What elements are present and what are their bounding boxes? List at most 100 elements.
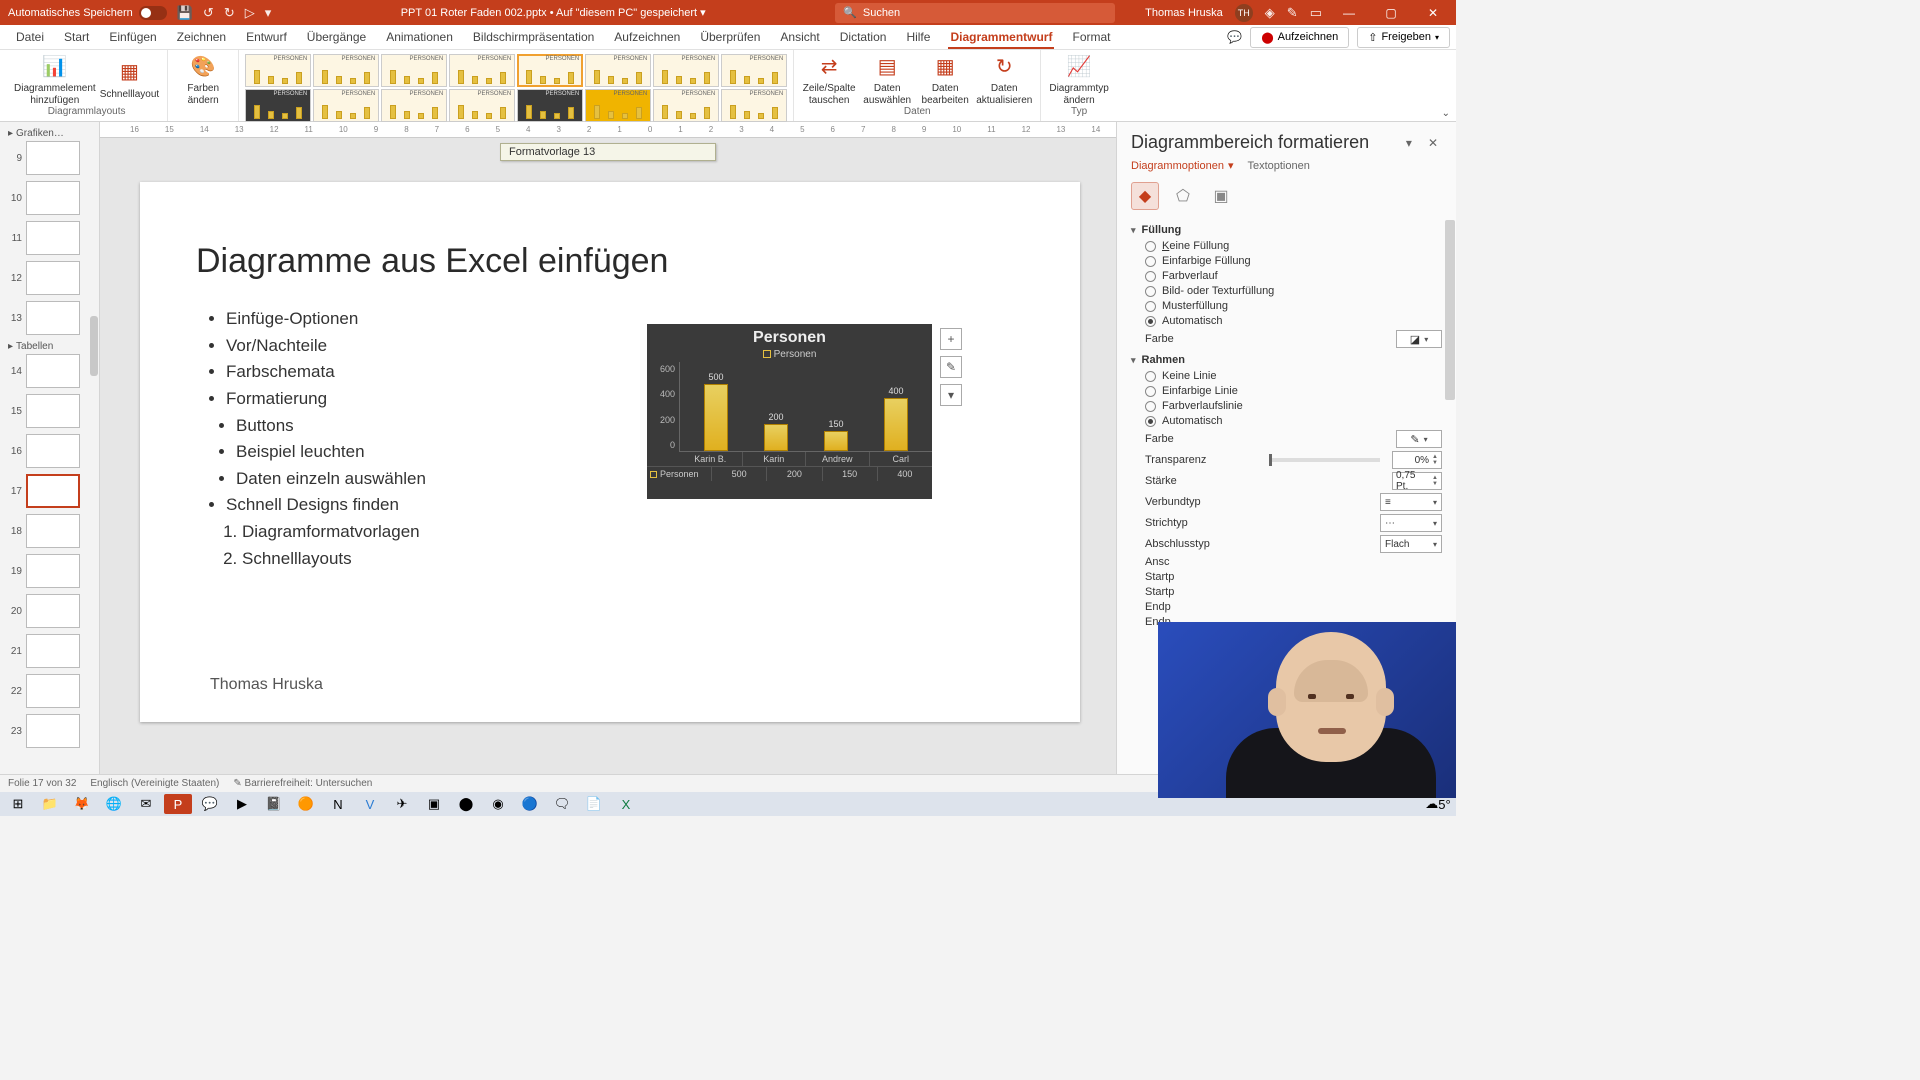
chart-style-thumb[interactable]: PERSONEN <box>381 89 447 122</box>
refresh-data-button[interactable]: ↻Daten aktualisieren <box>976 53 1032 106</box>
chart-style-thumb[interactable]: PERSONEN <box>721 89 787 122</box>
chart-legend[interactable]: Personen <box>647 349 932 360</box>
border-section-header[interactable]: Rahmen <box>1131 354 1442 366</box>
fill-auto-radio[interactable]: Automatisch <box>1145 315 1442 327</box>
autosave-toggle[interactable]: Automatisches Speichern <box>8 6 167 20</box>
firefox-icon[interactable]: 🦊 <box>68 794 96 814</box>
width-spinbox[interactable]: 0,75 Pt.▲▼ <box>1392 472 1442 490</box>
tab-hilfe[interactable]: Hilfe <box>896 26 940 48</box>
app-icon[interactable]: 📄 <box>580 794 608 814</box>
tab-übergänge[interactable]: Übergänge <box>297 26 376 48</box>
chart-style-thumb[interactable]: PERSONEN <box>517 54 583 87</box>
chart-style-thumb[interactable]: PERSONEN <box>449 89 515 122</box>
line-gradient-radio[interactable]: Farbverlaufslinie <box>1145 400 1442 412</box>
slide-canvas[interactable]: Diagramme aus Excel einfügen Einfüge-Opt… <box>140 182 1080 722</box>
close-button[interactable]: ✕ <box>1418 6 1448 20</box>
app-icon[interactable]: N <box>324 794 352 814</box>
user-avatar[interactable]: TH <box>1235 4 1253 22</box>
start-button[interactable]: ⊞ <box>4 794 32 814</box>
tab-einfügen[interactable]: Einfügen <box>99 26 166 48</box>
tab-aufzeichnen[interactable]: Aufzeichnen <box>604 26 690 48</box>
outlook-icon[interactable]: ✉ <box>132 794 160 814</box>
slide-thumbnail[interactable]: 21 <box>2 634 97 668</box>
slide-thumbnail[interactable]: 20 <box>2 594 97 628</box>
pane-close-icon[interactable]: ✕ <box>1424 136 1442 150</box>
slide-thumbnail[interactable]: 19 <box>2 554 97 588</box>
slide-title[interactable]: Diagramme aus Excel einfügen <box>196 242 1024 281</box>
ribbon-display-icon[interactable]: ▭ <box>1310 5 1322 21</box>
app-icon[interactable]: 🟠 <box>292 794 320 814</box>
chart-style-thumb[interactable]: PERSONEN <box>381 54 447 87</box>
fill-solid-radio[interactable]: Einfarbige Füllung <box>1145 255 1442 267</box>
slide-thumbnail[interactable]: 23 <box>2 714 97 748</box>
slide-counter[interactable]: Folie 17 von 32 <box>8 778 76 789</box>
slide-footer-author[interactable]: Thomas Hruska <box>210 676 323 694</box>
section-header-graphics[interactable]: ▸ Grafiken… <box>8 128 97 139</box>
app-icon[interactable]: 🔵 <box>516 794 544 814</box>
change-colors-button[interactable]: 🎨Farben ändern <box>176 53 230 106</box>
chart-plot-area[interactable]: 500200150400 <box>679 362 932 452</box>
line-solid-radio[interactable]: Einfarbige Linie <box>1145 385 1442 397</box>
tab-datei[interactable]: Datei <box>6 26 54 48</box>
cap-combo[interactable]: Flach <box>1380 535 1442 553</box>
fill-none-radio[interactable]: Keine Füllung <box>1145 240 1442 252</box>
slide-thumbnail[interactable]: 9 <box>2 141 97 175</box>
coming-soon-icon[interactable]: ✎ <box>1287 5 1298 21</box>
slide-thumbnail[interactable]: 15 <box>2 394 97 428</box>
line-color-picker[interactable]: ✎ <box>1396 430 1442 448</box>
app-icon[interactable]: ▣ <box>420 794 448 814</box>
compound-combo[interactable]: ≡ <box>1380 493 1442 511</box>
bullet-item[interactable]: Diagramformatvorlagen <box>242 520 1024 545</box>
save-icon[interactable]: 💾 <box>177 5 193 21</box>
chart-style-thumb[interactable]: PERSONEN <box>245 89 311 122</box>
powerpoint-icon[interactable]: P <box>164 794 192 814</box>
fill-pattern-radio[interactable]: Musterfüllung <box>1145 300 1442 312</box>
fill-line-tab-icon[interactable]: ◆ <box>1131 182 1159 210</box>
chart-title[interactable]: Personen <box>647 324 932 349</box>
tab-zeichnen[interactable]: Zeichnen <box>167 26 236 48</box>
pane-tab-text-options[interactable]: Textoptionen <box>1247 159 1309 172</box>
redo-icon[interactable]: ↻ <box>224 5 235 21</box>
effects-tab-icon[interactable]: ⬠ <box>1169 182 1197 210</box>
quick-layout-button[interactable]: ▦Schnelllayout <box>100 59 159 101</box>
chart-style-thumb[interactable]: PERSONEN <box>449 54 515 87</box>
excel-icon[interactable]: X <box>612 794 640 814</box>
fill-section-header[interactable]: Füllung <box>1131 224 1442 236</box>
record-button[interactable]: ⬤Aufzeichnen <box>1250 27 1349 48</box>
fill-gradient-radio[interactable]: Farbverlauf <box>1145 270 1442 282</box>
chart-style-thumb[interactable]: PERSONEN <box>653 89 719 122</box>
line-auto-radio[interactable]: Automatisch <box>1145 415 1442 427</box>
collapse-ribbon-icon[interactable]: ⌄ <box>1442 108 1450 119</box>
slide-thumbnail[interactable]: 22 <box>2 674 97 708</box>
chart-styles-button[interactable]: ✎ <box>940 356 962 378</box>
add-chart-element-button[interactable]: 📊Diagrammelement hinzufügen <box>14 53 96 106</box>
pane-options-icon[interactable]: ▾ <box>1402 136 1416 150</box>
bullet-item[interactable]: Schnelllayouts <box>242 547 1024 572</box>
slide-thumbnail[interactable]: 10 <box>2 181 97 215</box>
select-data-button[interactable]: ▤Daten auswählen <box>860 53 914 106</box>
embedded-chart[interactable]: Personen Personen 6004002000 50020015040… <box>647 324 932 499</box>
slide-thumbnail[interactable]: 16 <box>2 434 97 468</box>
switch-row-column-button[interactable]: ⇄Zeile/Spalte tauschen <box>802 53 856 106</box>
slide-thumbnail[interactable]: 14 <box>2 354 97 388</box>
fill-color-picker[interactable]: ◪ <box>1396 330 1442 348</box>
tab-start[interactable]: Start <box>54 26 99 48</box>
maximize-button[interactable]: ▢ <box>1376 6 1406 20</box>
tab-dictation[interactable]: Dictation <box>830 26 897 48</box>
chart-style-thumb[interactable]: PERSONEN <box>313 54 379 87</box>
telegram-icon[interactable]: ✈ <box>388 794 416 814</box>
share-button[interactable]: ⇧Freigeben▾ <box>1357 27 1450 48</box>
slide-thumbnail[interactable]: 13 <box>2 301 97 335</box>
slide-thumbnails-panel[interactable]: ▸ Grafiken… 910111213 ▸ Tabellen 1415161… <box>0 122 100 774</box>
chart-style-thumb[interactable]: PERSONEN <box>517 89 583 122</box>
search-input[interactable]: 🔍 Suchen <box>835 3 1115 23</box>
minimize-button[interactable]: — <box>1334 6 1364 20</box>
chart-styles-gallery[interactable]: PERSONENPERSONENPERSONENPERSONENPERSONEN… <box>243 52 789 124</box>
toggle-switch-icon[interactable] <box>139 6 167 20</box>
slide-thumbnail[interactable]: 18 <box>2 514 97 548</box>
fill-picture-radio[interactable]: Bild- oder Texturfüllung <box>1145 285 1442 297</box>
tab-animationen[interactable]: Animationen <box>376 26 463 48</box>
qat-overflow-icon[interactable]: ▾ <box>265 5 272 21</box>
line-none-radio[interactable]: Keine Linie <box>1145 370 1442 382</box>
slide-editor[interactable]: 1615141312111098765432101234567891011121… <box>100 122 1116 774</box>
